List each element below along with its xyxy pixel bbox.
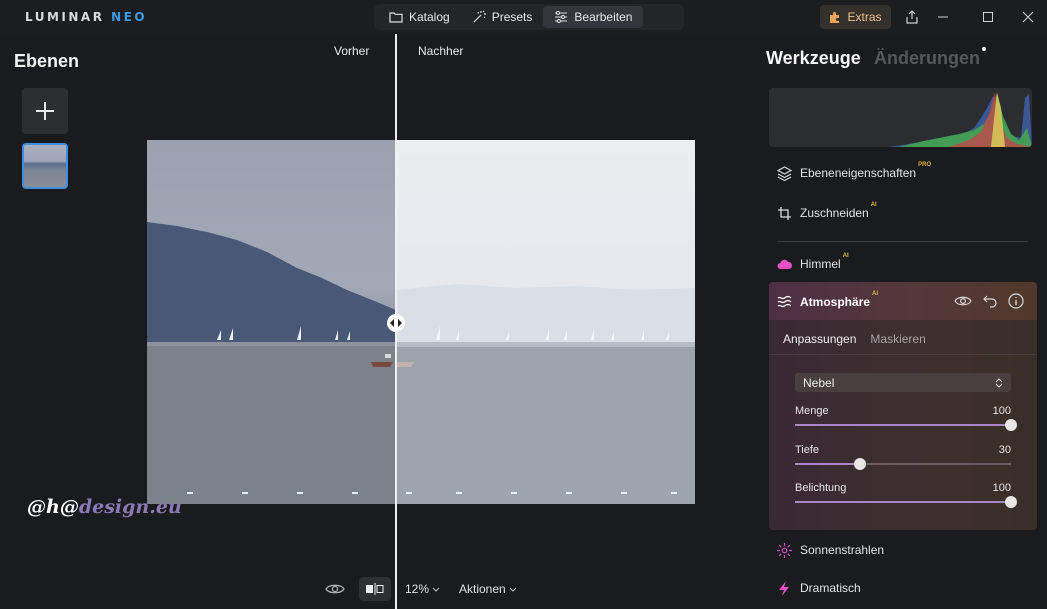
slider-fill	[795, 424, 1011, 426]
add-layer-button[interactable]	[22, 88, 68, 134]
tool-zuschneiden[interactable]: ZuschneidenAI	[777, 202, 877, 223]
slider-label-menge: Menge	[795, 405, 829, 417]
eye-icon	[954, 296, 972, 306]
reset-button[interactable]	[982, 292, 1000, 310]
share-icon	[906, 10, 918, 24]
tool-dramatisch[interactable]: Dramatisch	[777, 578, 861, 598]
compare-handle[interactable]	[387, 314, 405, 332]
watermark: @h@design.eu	[27, 496, 182, 518]
slider-belichtung[interactable]	[795, 496, 1017, 508]
subtab-anpassungen[interactable]: Anpassungen	[783, 332, 856, 346]
close-button[interactable]	[1017, 6, 1039, 28]
chevron-updown-icon	[995, 377, 1003, 388]
slider-label-belichtung: Belichtung	[795, 482, 847, 494]
minimize-button[interactable]	[932, 6, 954, 28]
slider-value-belichtung: 100	[992, 482, 1011, 494]
arrows-horizontal-icon	[390, 319, 402, 327]
visibility-toggle[interactable]	[954, 292, 972, 310]
main-tabs: Katalog Presets Bearbeiten	[374, 4, 684, 30]
maximize-button[interactable]	[977, 6, 999, 28]
slider-fill	[795, 501, 1011, 503]
maximize-icon	[983, 12, 993, 22]
mode-select[interactable]: Nebel	[795, 373, 1011, 392]
tool-sonnenstrahlen[interactable]: Sonnenstrahlen	[777, 540, 884, 560]
photo-canvas[interactable]	[147, 140, 695, 504]
close-icon	[1022, 11, 1034, 23]
tool-ebeneneigenschaften[interactable]: EbeneneigenschaftenPRO	[777, 162, 931, 183]
tab-werkzeuge[interactable]: Werkzeuge	[766, 48, 861, 69]
before-label: Vorher	[334, 44, 370, 58]
plus-icon	[36, 102, 54, 120]
atmosphere-subtabs: Anpassungen Maskieren	[783, 332, 926, 346]
share-button[interactable]	[901, 6, 923, 28]
minimize-icon	[938, 16, 948, 18]
chevron-down-icon	[509, 587, 517, 592]
subtab-maskieren[interactable]: Maskieren	[870, 332, 925, 346]
slider-label-tiefe: Tiefe	[795, 444, 820, 456]
slider-tiefe[interactable]	[795, 458, 1011, 470]
sunrays-icon	[777, 542, 792, 558]
split-view-icon	[366, 583, 384, 595]
extras-button[interactable]: Extras	[820, 5, 891, 29]
actions-dropdown[interactable]: Aktionen	[459, 582, 517, 596]
eye-icon	[325, 584, 345, 594]
info-icon	[1008, 293, 1024, 309]
undo-icon	[983, 295, 997, 308]
tool-himmel[interactable]: HimmelAI	[777, 253, 849, 274]
preview-toggle[interactable]	[325, 580, 345, 598]
atmosphere-header[interactable]: AtmosphäreAI	[769, 282, 1037, 320]
lake-scene-before	[147, 222, 396, 504]
waves-icon	[777, 295, 792, 308]
subtab-divider	[769, 354, 1037, 355]
layers-title: Ebenen	[14, 51, 80, 71]
compare-button[interactable]	[359, 577, 391, 601]
tab-aenderungen[interactable]: Änderungen	[874, 48, 980, 69]
slider-knob[interactable]	[1005, 496, 1017, 508]
atmosphere-title: Atmosphäre	[800, 294, 871, 309]
changes-indicator	[982, 47, 986, 51]
layers-icon	[777, 165, 792, 181]
slider-knob[interactable]	[853, 458, 866, 470]
title-bar: LUMINAR NEO Katalog Presets Bearbeiten E…	[0, 0, 1047, 34]
cloud-icon	[777, 259, 792, 269]
info-button[interactable]	[1007, 292, 1025, 310]
slider-fill	[795, 463, 860, 465]
section-divider	[777, 241, 1028, 242]
lake-scene-after	[396, 284, 695, 504]
histogram	[769, 88, 1032, 147]
photo-after	[396, 140, 695, 504]
slider-value-menge: 100	[992, 405, 1011, 417]
tab-katalog[interactable]: Katalog	[378, 6, 461, 28]
chevron-down-icon	[433, 587, 440, 592]
folder-icon	[389, 12, 403, 23]
slider-value-tiefe: 30	[998, 444, 1011, 456]
lightning-icon	[779, 580, 789, 596]
slider-knob[interactable]	[1005, 419, 1017, 431]
after-label: Nachher	[418, 44, 464, 58]
tab-bearbeiten[interactable]: Bearbeiten	[543, 6, 644, 28]
app-logo: LUMINAR NEO	[25, 10, 148, 24]
sliders-icon	[555, 11, 568, 23]
tab-presets[interactable]: Presets	[461, 6, 544, 28]
photo-before	[147, 140, 396, 504]
atmosphere-panel: AtmosphäreAI Anpassungen Maskieren Nebel…	[769, 282, 1037, 530]
slider-menge[interactable]	[795, 419, 1017, 431]
sparkle-icon	[473, 10, 486, 23]
puzzle-icon	[830, 11, 840, 23]
zoom-dropdown[interactable]: 12%	[405, 582, 440, 596]
layer-thumbnail[interactable]	[22, 143, 68, 189]
crop-icon	[778, 206, 791, 220]
